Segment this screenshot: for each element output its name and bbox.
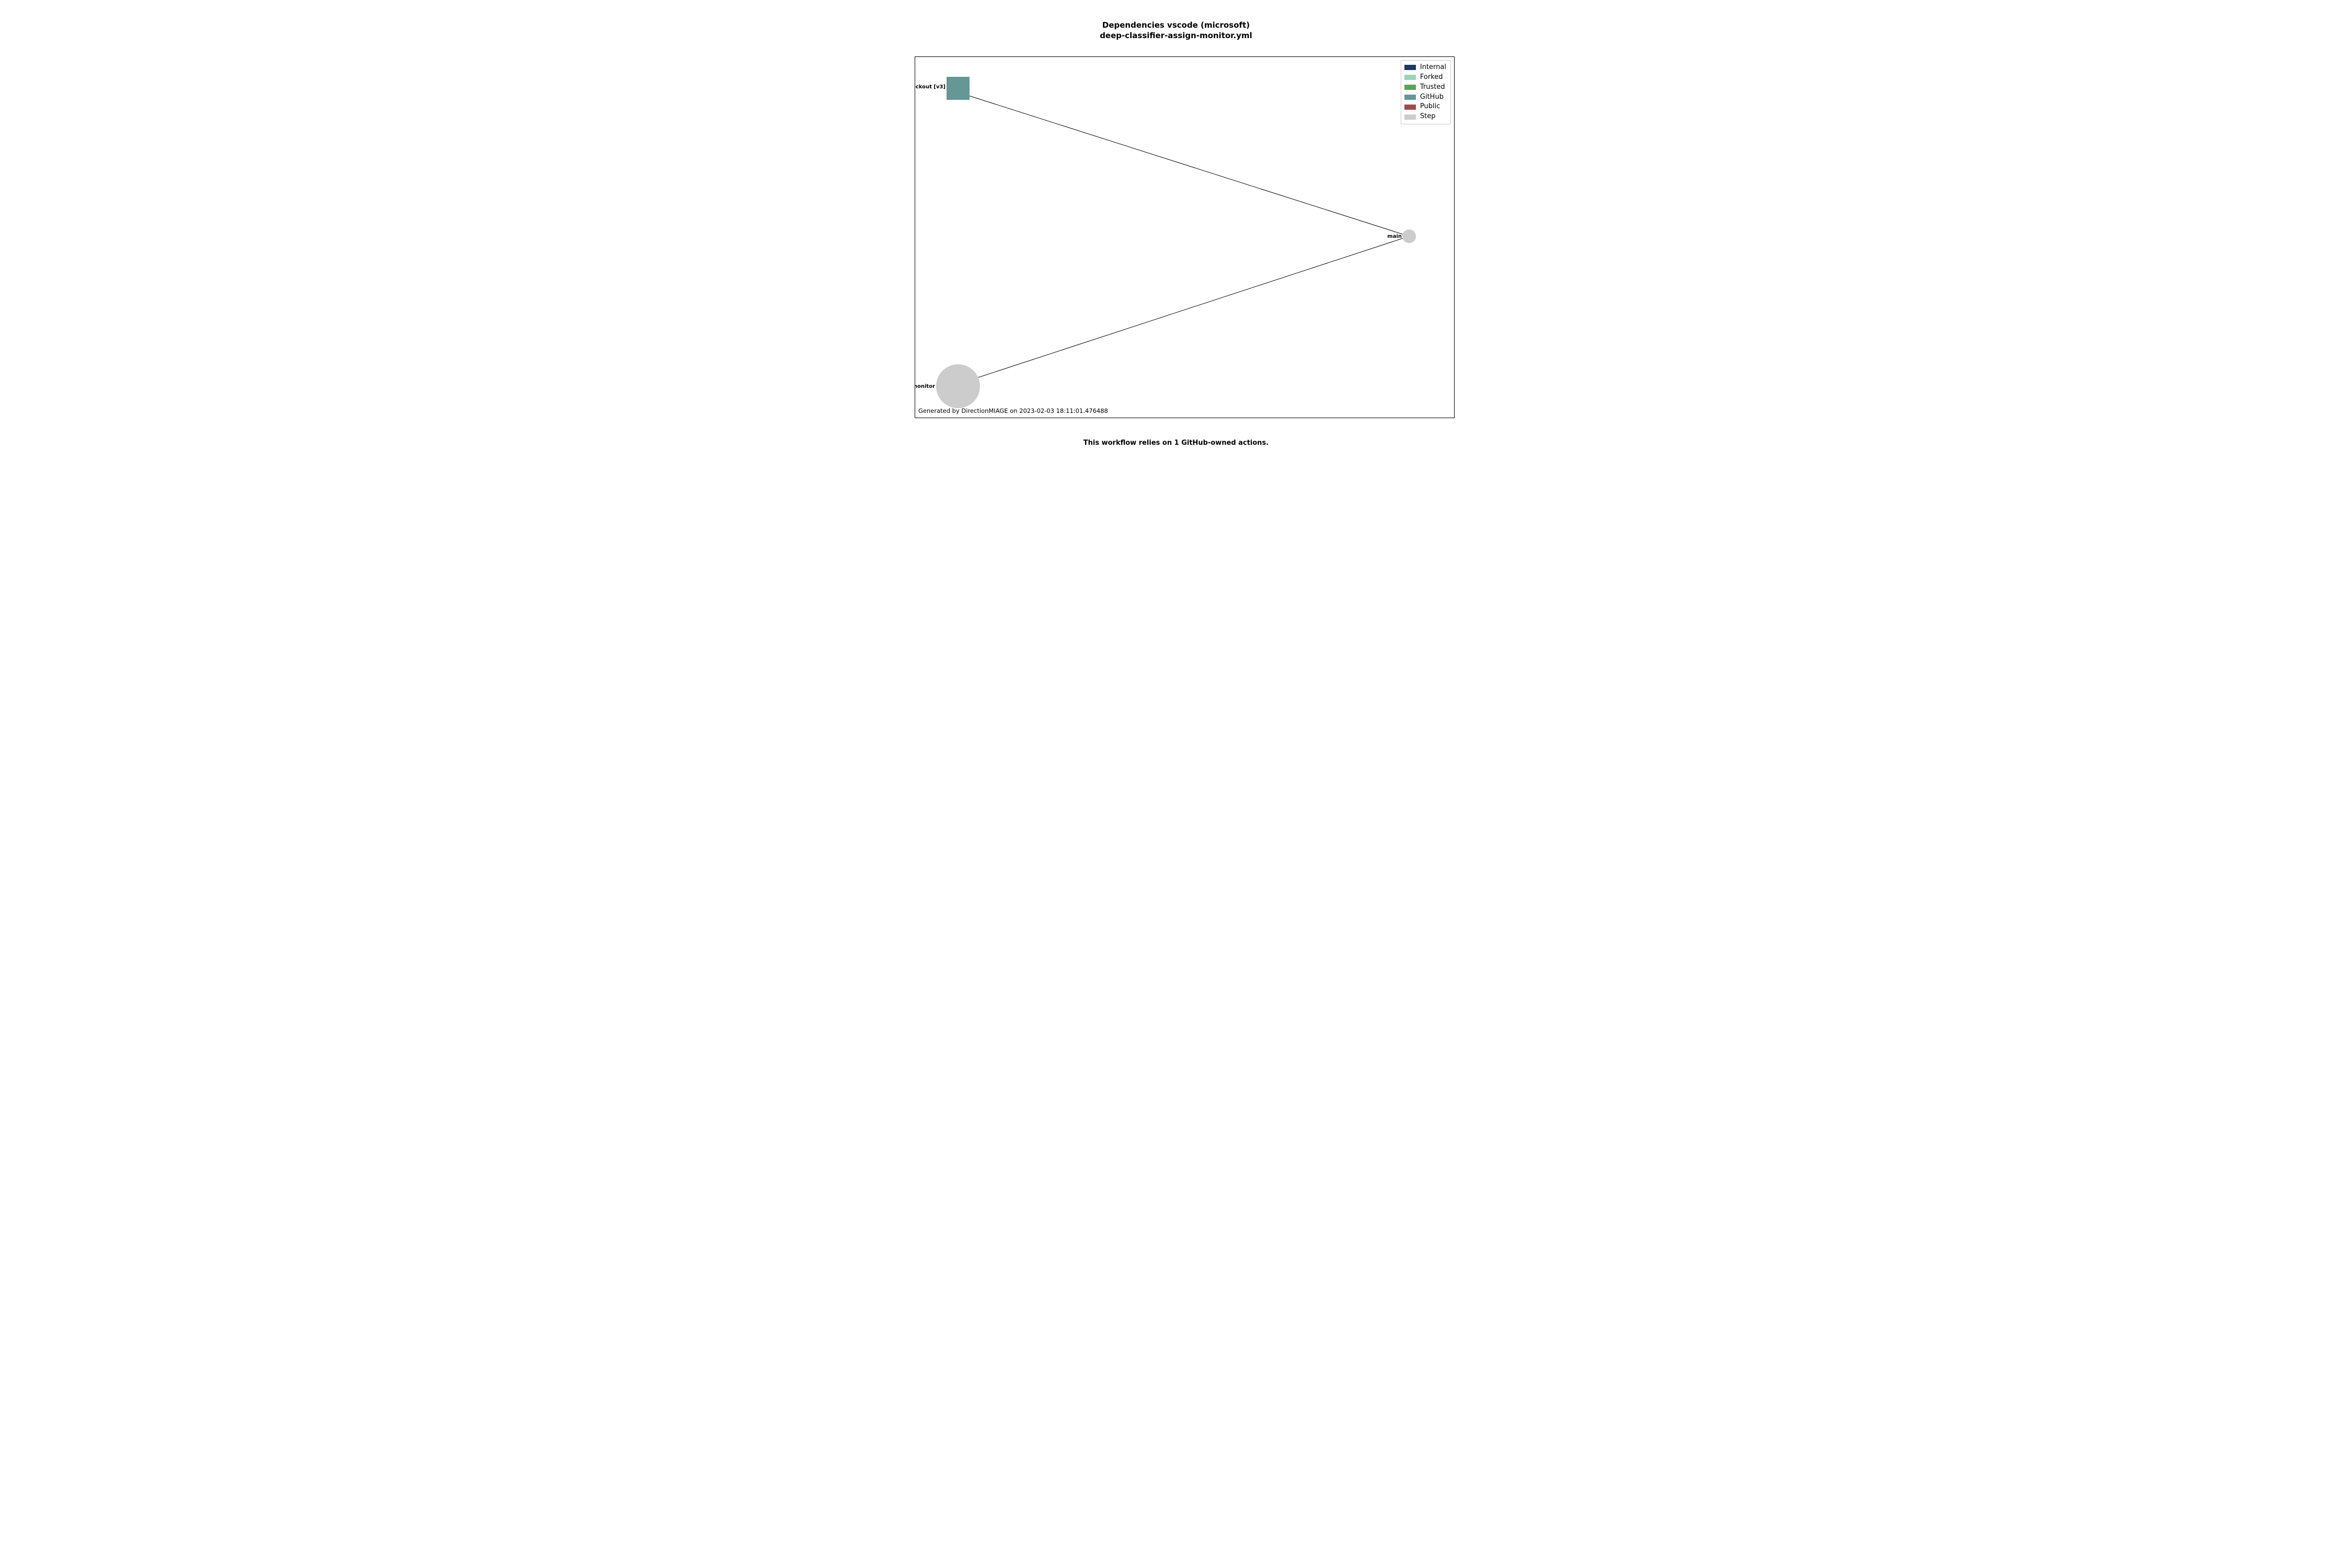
legend-item: Step [1404,112,1446,122]
legend-swatch-github [1404,95,1416,100]
legend-swatch-trusted [1404,85,1416,90]
node-monitor [936,364,980,408]
legend-label: Public [1420,102,1440,112]
legend-swatch-public [1404,105,1416,110]
legend-label: Forked [1420,73,1443,83]
plot-area: checkout [v3] ./actions/classifier-deep/… [915,56,1455,418]
legend-item: GitHub [1404,93,1446,102]
legend-item: Forked [1404,73,1446,83]
legend-swatch-internal [1404,65,1416,70]
legend: Internal Forked Trusted GitHub Public St… [1401,60,1451,124]
legend-label: Internal [1420,63,1446,73]
node-main-label: main [1387,234,1402,239]
node-checkout-label: checkout [v3] [915,84,946,90]
legend-item: Trusted [1404,83,1446,93]
legend-swatch-forked [1404,75,1416,80]
legend-label: GitHub [1420,93,1444,102]
node-main [1402,229,1416,243]
node-checkout [947,77,970,100]
title-line-2: deep-classifier-assign-monitor.yml [1100,31,1252,40]
legend-label: Step [1420,112,1436,122]
legend-item: Public [1404,102,1446,112]
chart-title: Dependencies vscode (microsoft) deep-cla… [823,20,1529,41]
title-line-1: Dependencies vscode (microsoft) [1102,20,1250,30]
edge-main-to-monitor [977,236,1409,378]
node-monitor-label: ./actions/classifier-deep/monitor [915,384,935,389]
dependency-graph: checkout [v3] ./actions/classifier-deep/… [915,57,1454,418]
page: Dependencies vscode (microsoft) deep-cla… [823,0,1529,470]
edge-main-to-checkout [965,95,1409,236]
legend-label: Trusted [1420,83,1445,93]
caption: This workflow relies on 1 GitHub-owned a… [823,439,1529,447]
legend-swatch-step [1404,114,1416,120]
legend-item: Internal [1404,63,1446,73]
generated-by-text: Generated by DirectionMIAGE on 2023-02-0… [918,407,1108,414]
